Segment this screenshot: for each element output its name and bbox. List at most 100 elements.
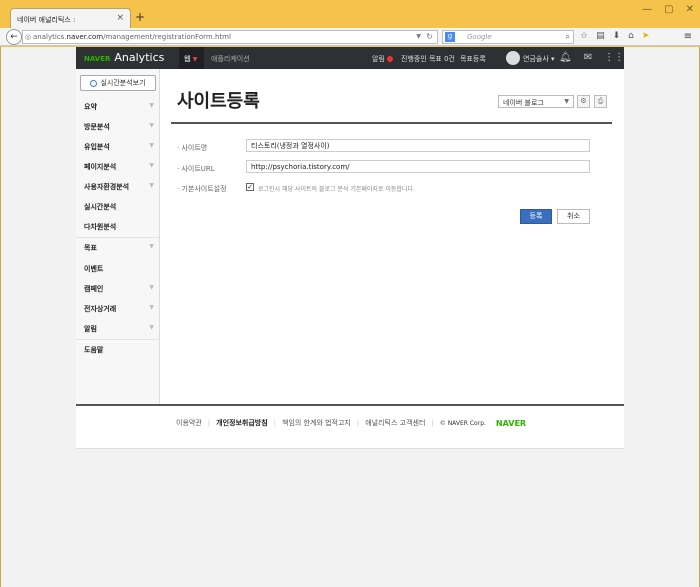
- sidebar-menu: 요약 ▼ 방문분석 ▼ 유입분석 ▼ 페이지분석 ▼ 사용자환경분석 ▼ 실시간분석 다차…: [76, 97, 160, 361]
- search-icon[interactable]: ⌕: [566, 32, 570, 42]
- back-button[interactable]: ←: [6, 29, 22, 45]
- tab-web[interactable]: 웹 ▼: [179, 47, 204, 69]
- sidebar-item-label: 다차원분석: [84, 223, 117, 231]
- brand-logo[interactable]: NAVER Analytics: [84, 51, 164, 64]
- chevron-down-icon: ▼: [149, 182, 154, 189]
- page-title: 사이트등록: [177, 91, 260, 112]
- goal-register-link[interactable]: 목표등록: [460, 54, 486, 64]
- sidebar-item-ecommerce[interactable]: 전자상거래 ▼: [76, 299, 160, 319]
- brand-product: Analytics: [114, 51, 165, 64]
- reload-icon[interactable]: ↻: [426, 32, 433, 41]
- bookmark-star-icon[interactable]: ☆: [580, 31, 588, 41]
- sidebar-item-help[interactable]: 도움말: [76, 339, 160, 361]
- print-button[interactable]: ⎙: [594, 95, 607, 108]
- chevron-down-icon: ▼: [192, 56, 198, 63]
- register-button[interactable]: 등록: [520, 209, 552, 224]
- chevron-down-icon: ▼: [149, 102, 154, 109]
- footer-disclaimer-link[interactable]: 책임의 한계와 법적고지: [282, 418, 351, 428]
- browser-tab[interactable]: 네이버 애널리틱스 : ×: [10, 8, 131, 28]
- footer-support-link[interactable]: 애널리틱스 고객센터: [365, 418, 425, 428]
- sidebar-item-inflow[interactable]: 유입분석 ▼: [76, 137, 160, 157]
- avatar[interactable]: [506, 51, 520, 65]
- google-icon[interactable]: g: [445, 32, 455, 42]
- close-window-icon[interactable]: ✕: [686, 4, 694, 15]
- sidebar-item-label: 전자상거래: [84, 305, 117, 313]
- url-dropdown-icon[interactable]: ▼: [416, 33, 421, 40]
- cancel-button[interactable]: 취소: [557, 209, 590, 224]
- extension-icon[interactable]: ➤: [642, 31, 650, 41]
- maximize-icon[interactable]: ▢: [664, 4, 673, 15]
- sidebar-item-multidimensional[interactable]: 다차원분석: [76, 217, 160, 237]
- realtime-analysis-button[interactable]: 실시간분석보기: [80, 75, 156, 91]
- minimize-icon[interactable]: —: [642, 4, 652, 15]
- footer-naver-logo[interactable]: NAVER: [496, 419, 526, 428]
- realtime-button-label: 실시간분석보기: [100, 79, 146, 87]
- chevron-down-icon: ▼: [149, 243, 154, 250]
- sidebar-item-events[interactable]: 이벤트: [76, 259, 160, 279]
- title-divider: [171, 122, 612, 124]
- site-name-input[interactable]: [246, 139, 590, 152]
- footer-separator: |: [273, 419, 277, 427]
- footer-privacy-link[interactable]: 개인정보취급방침: [216, 418, 268, 428]
- download-icon[interactable]: ⬇: [613, 31, 621, 41]
- site-url-input[interactable]: [246, 160, 590, 173]
- chevron-down-icon: ▼: [149, 324, 154, 331]
- search-bar[interactable]: g Google ⌕: [442, 30, 574, 44]
- sidebar-item-label: 목표: [84, 244, 97, 252]
- menu-icon[interactable]: ≡: [684, 31, 692, 42]
- sidebar-item-visits[interactable]: 방문분석 ▼: [76, 117, 160, 137]
- sidebar-item-label: 이벤트: [84, 265, 104, 273]
- footer-separator: |: [207, 419, 211, 427]
- user-menu[interactable]: 연금술사 ▾: [523, 54, 555, 64]
- reader-icon[interactable]: ▤: [596, 31, 605, 41]
- home-icon[interactable]: ⌂: [628, 31, 634, 41]
- url-domain: naver.com: [66, 33, 104, 41]
- bell-icon[interactable]: 🔔︎: [559, 52, 572, 63]
- sidebar-item-label: 방문분석: [84, 123, 110, 131]
- sidebar-item-label: 실시간분석: [84, 203, 117, 211]
- tab-web-label: 웹: [184, 55, 191, 63]
- sidebar-item-summary[interactable]: 요약 ▼: [76, 97, 160, 117]
- chevron-down-icon: ▼: [149, 284, 154, 291]
- site-url-label: · 사이트URL: [177, 165, 215, 173]
- footer-separator: |: [431, 419, 434, 427]
- chevron-down-icon: ▼: [564, 98, 569, 105]
- footer-copyright: © NAVER Corp.: [439, 419, 486, 427]
- sidebar-item-campaign[interactable]: 캠페인 ▼: [76, 279, 160, 299]
- mail-icon[interactable]: ✉: [584, 52, 592, 63]
- site-select[interactable]: 네이버 블로그 ▼: [498, 95, 574, 108]
- sidebar-item-alerts[interactable]: 알림 ▼: [76, 319, 160, 339]
- settings-button[interactable]: ⚙: [577, 95, 590, 108]
- tab-title: 네이버 애널리틱스 :: [17, 16, 76, 24]
- sidebar-item-pages[interactable]: 페이지분석 ▼: [76, 157, 160, 177]
- gnb-icons: 🔔︎ ✉ ⋮⋮: [559, 52, 624, 63]
- url-bar[interactable]: ◎ analytics.naver.com/management/registr…: [22, 30, 438, 44]
- browser-navbar: ← ◎ analytics.naver.com/management/regis…: [0, 28, 700, 46]
- tab-close-icon[interactable]: ×: [116, 13, 124, 23]
- window-controls: — ▢ ✕: [642, 4, 694, 15]
- alarm-link[interactable]: 알림: [372, 54, 393, 64]
- grid-icon[interactable]: ⋮⋮: [604, 52, 624, 63]
- goal-status-link[interactable]: 진행중인 목표 0건: [401, 54, 455, 64]
- alarm-dot-icon: [386, 56, 393, 62]
- footer-terms-link[interactable]: 이용약관: [176, 418, 202, 428]
- search-placeholder: Google: [467, 33, 492, 41]
- new-tab-button[interactable]: +: [135, 10, 145, 24]
- gear-icon: ⚙: [580, 97, 587, 105]
- site-select-value: 네이버 블로그: [503, 99, 544, 107]
- sidebar-item-environment[interactable]: 사용자환경분석 ▼: [76, 177, 160, 197]
- url-prefix: analytics.: [33, 33, 67, 41]
- tab-apps[interactable]: 애플리케이션: [211, 54, 250, 64]
- sidebar-item-label: 캠페인: [84, 285, 104, 293]
- sidebar-item-goals[interactable]: 목표 ▼: [76, 237, 160, 259]
- sidebar-item-label: 사용자환경분석: [84, 183, 130, 191]
- url-path: /management/registrationForm.html: [103, 33, 231, 41]
- sidebar-item-realtime[interactable]: 실시간분석: [76, 197, 160, 217]
- chevron-down-icon: ▼: [149, 304, 154, 311]
- sidebar-item-label: 알림: [84, 325, 97, 333]
- default-site-checkbox[interactable]: ✓: [246, 183, 254, 191]
- sidebar-item-label: 요약: [84, 103, 97, 111]
- sidebar-item-label: 페이지분석: [84, 163, 117, 171]
- browser-titlebar: 네이버 애널리틱스 : × + — ▢ ✕: [0, 0, 700, 28]
- default-site-description: 로그인시 해당 사이트의 블로그 분석 기본페이지로 이동합니다.: [258, 186, 415, 193]
